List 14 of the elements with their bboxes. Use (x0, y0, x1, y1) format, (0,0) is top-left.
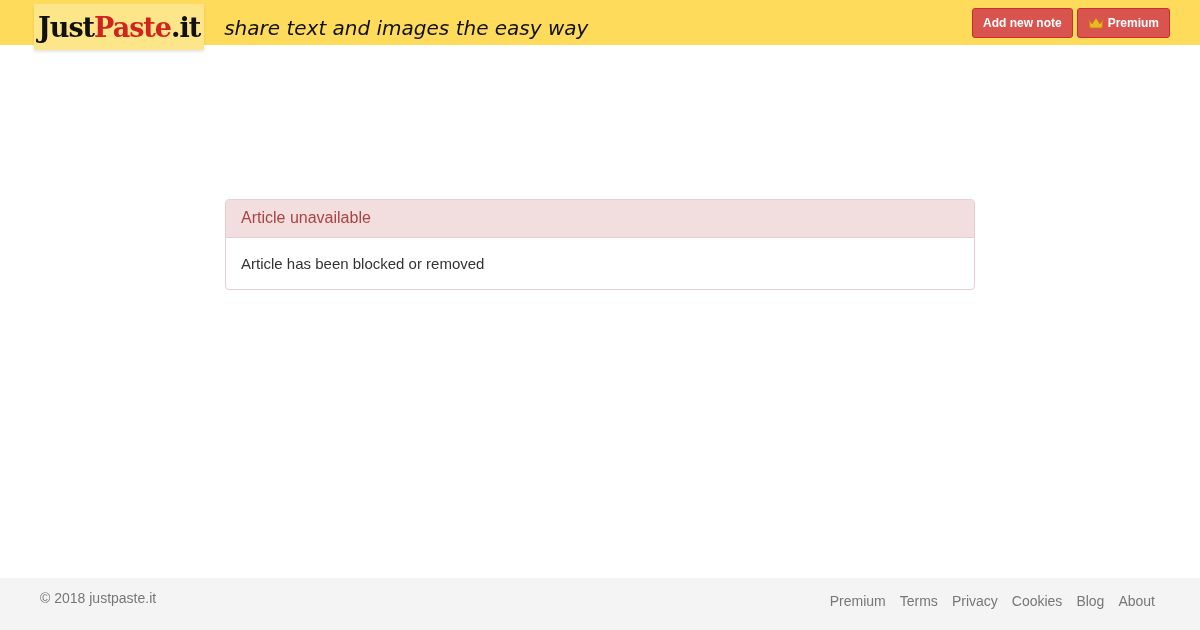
copyright-text: © 2018 justpaste.it (40, 590, 157, 608)
footer-link[interactable]: Premium (829, 593, 886, 630)
premium-button[interactable]: Premium (1076, 8, 1170, 38)
site-logo[interactable]: JustPaste.it (34, 4, 205, 50)
footer-link[interactable]: About (1118, 593, 1155, 630)
crown-icon (1087, 17, 1104, 29)
alert-title: Article unavailable (226, 200, 974, 238)
footer-link[interactable]: Terms (899, 593, 938, 630)
alert-message: Article has been blocked or removed (240, 254, 486, 274)
footer-link[interactable]: Cookies (1011, 593, 1063, 630)
footer-link[interactable]: Blog (1076, 593, 1105, 630)
add-note-button[interactable]: Add new note (971, 8, 1073, 38)
tagline: share text and images the easy way (224, 16, 589, 40)
footer-link[interactable]: Privacy (951, 593, 998, 630)
